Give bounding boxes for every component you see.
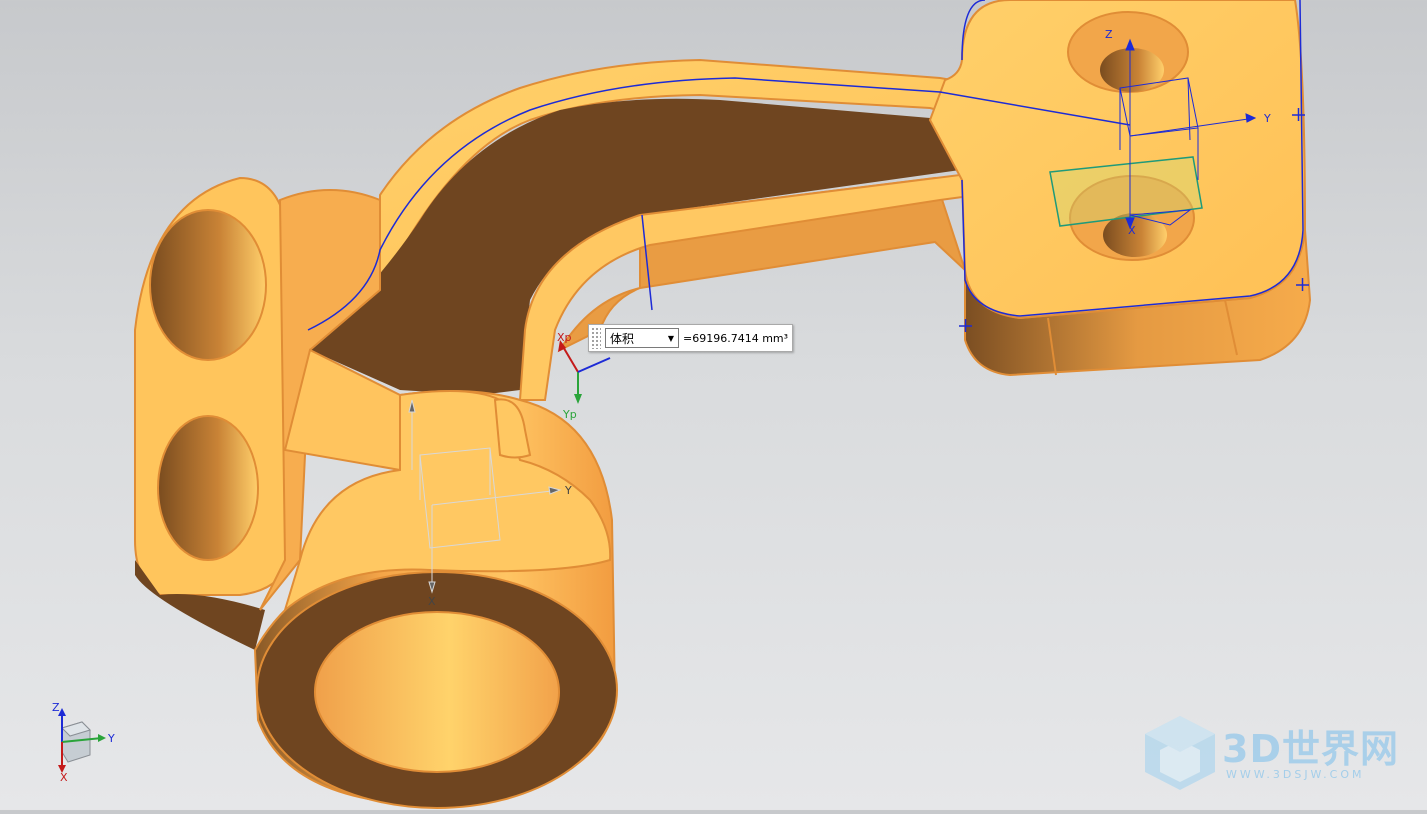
csys-plane-xp-label: Xp <box>557 331 572 344</box>
chevron-down-icon: ▼ <box>667 333 674 343</box>
csys-sketch-y-label: Y <box>564 484 572 497</box>
csys-main-x-label: X <box>1128 224 1136 237</box>
measure-type-label: 体积 <box>610 331 635 346</box>
boss-bore <box>314 611 560 773</box>
view-triad[interactable] <box>58 708 106 773</box>
plate-hole-upper <box>1100 48 1164 92</box>
watermark-url: WWW.3DSJW.COM <box>1226 768 1365 781</box>
measure-type-dropdown[interactable]: 体积 ▼ <box>605 328 679 348</box>
lug-hole-upper <box>149 209 267 361</box>
watermark: 3D世界网 WWW.3DSJW.COM <box>1140 712 1410 792</box>
drag-handle[interactable] <box>591 327 601 349</box>
csys-plane-yp-label: Yp <box>562 408 577 421</box>
measure-result-value: =69196.7414 mm³ <box>683 331 789 345</box>
watermark-name: 3D世界网 <box>1222 727 1399 771</box>
csys-main-y-label: Y <box>1263 112 1271 125</box>
triad-y-label: Y <box>107 732 115 745</box>
triad-z-label: Z <box>52 701 60 714</box>
lug-hole-lower <box>157 415 259 561</box>
measure-volume-dialog[interactable]: 体积 ▼ =69196.7414 mm³ <box>588 324 793 352</box>
csys-main-z-label: Z <box>1105 28 1113 41</box>
csys-sketch-x-label: X <box>428 595 436 608</box>
triad-x-label: X <box>60 771 68 784</box>
solid-part[interactable] <box>134 0 1312 809</box>
graphics-window[interactable]: Z Y X Y X Xp Yp Z Y X <box>0 0 1427 810</box>
